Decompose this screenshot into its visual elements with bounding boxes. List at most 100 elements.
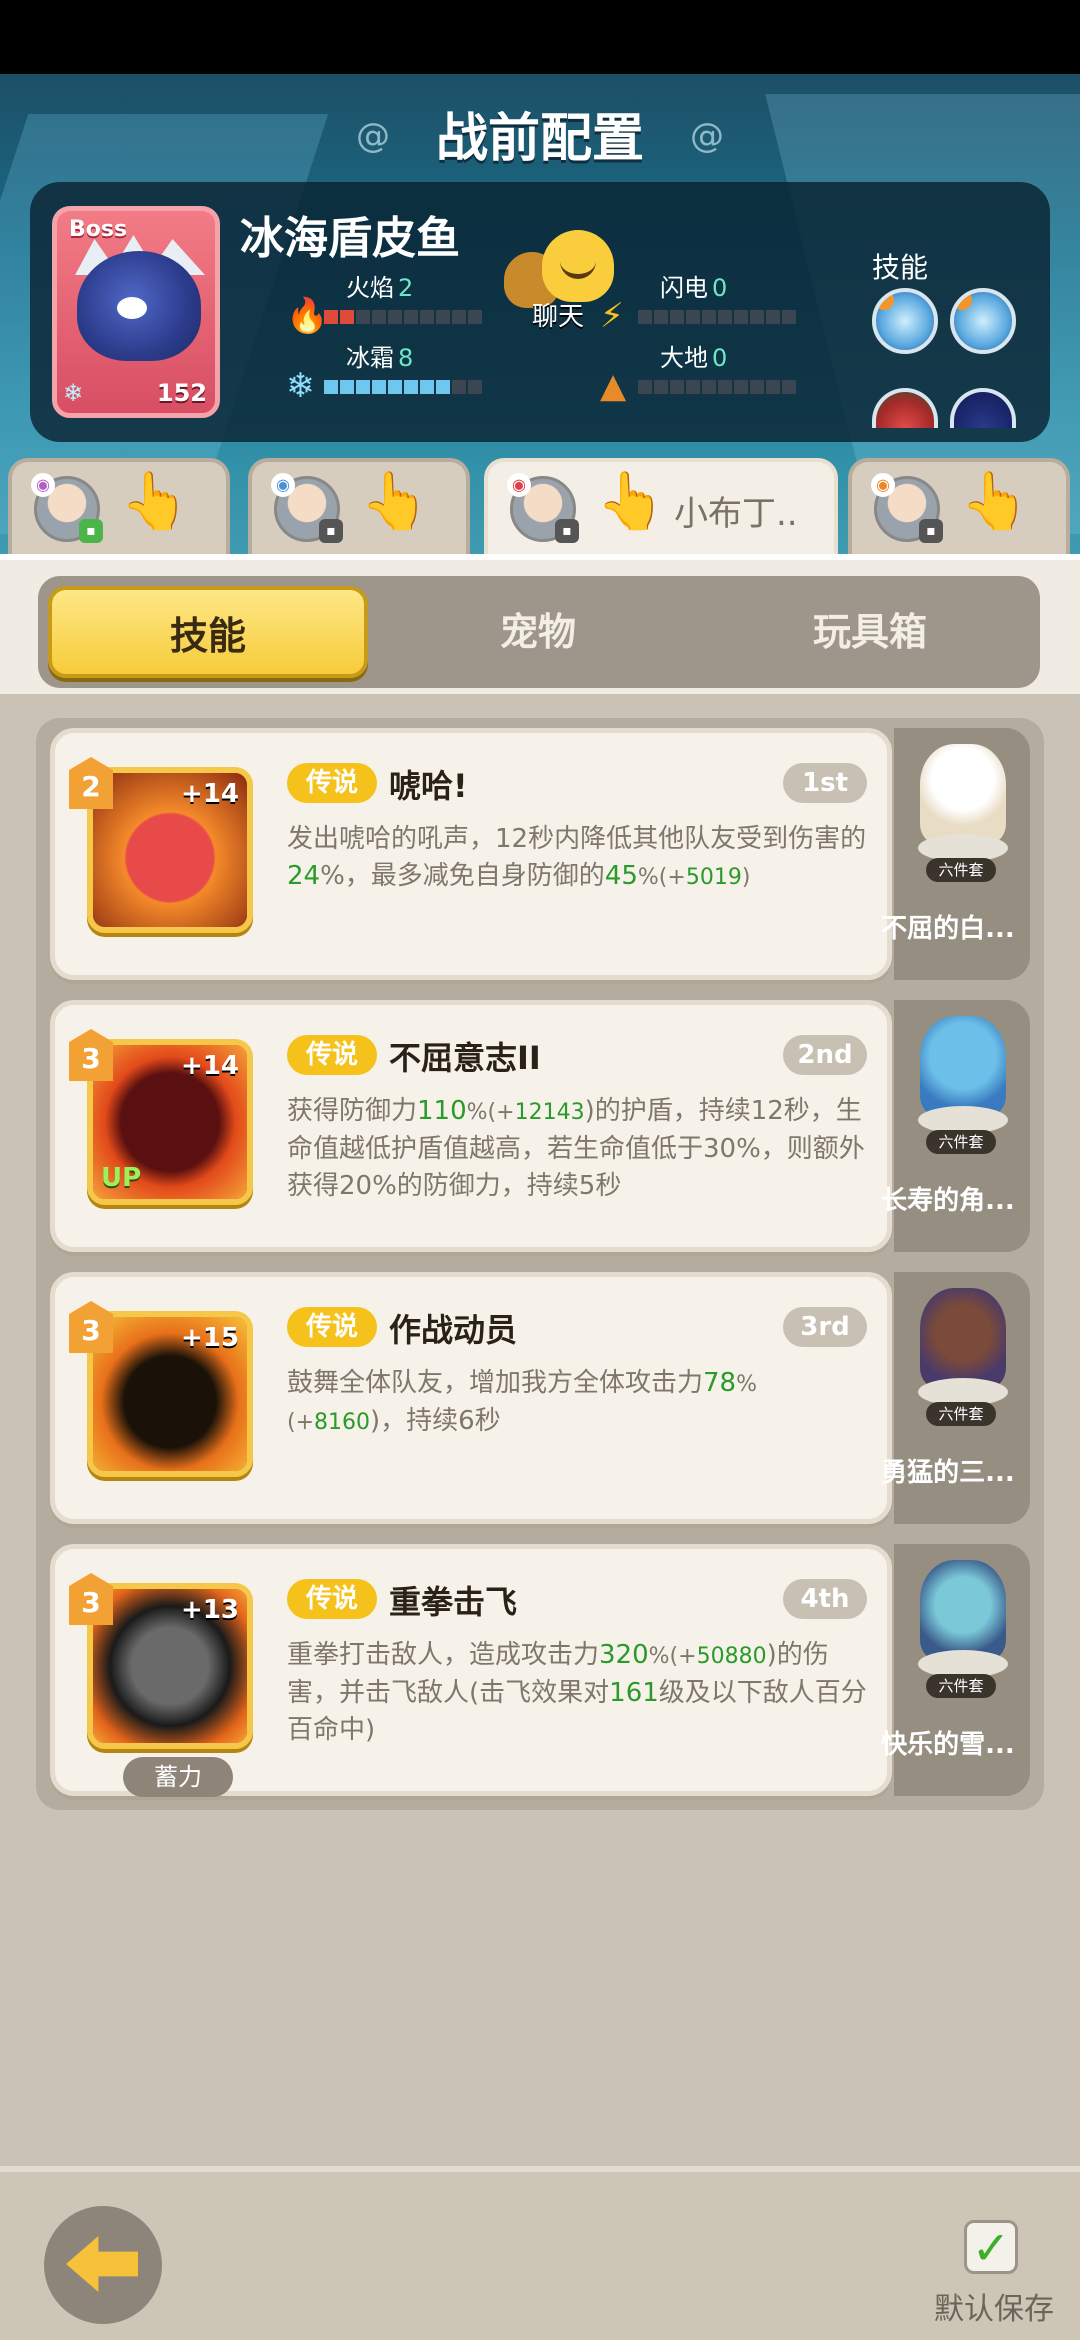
- hero-avatar: ◉ ▪: [271, 473, 343, 543]
- stat-lightning: 闪电 0 ⚡: [600, 268, 800, 338]
- element-icon: ◉: [507, 473, 531, 497]
- skill-level-badge: 2: [69, 757, 113, 809]
- pet-name: 快乐的雪...: [881, 1730, 1015, 1760]
- skill-card[interactable]: +14 2 传说 唬哈! 1st 发出唬哈的吼声，12秒内降低其他队友受到伤害的…: [50, 728, 892, 980]
- tab-bar: 技能 宠物 玩具箱: [38, 576, 1040, 688]
- skill-card[interactable]: +15 3 传说 作战动员 3rd 鼓舞全体队友，增加我方全体攻击力78%(+8…: [50, 1272, 892, 1524]
- stat-value: 0: [712, 344, 728, 372]
- stat-earth: 大地 0 ▲: [600, 338, 800, 408]
- skill-order: 4th: [783, 1579, 867, 1619]
- skill-list: +14 2 传说 唬哈! 1st 发出唬哈的吼声，12秒内降低其他队友受到伤害的…: [36, 718, 1044, 1810]
- pet-set-badge: 六件套: [926, 858, 996, 882]
- hand-gesture-icon: 👆: [360, 469, 430, 534]
- pet-slot[interactable]: 六件套 勇猛的三...: [881, 1272, 1030, 1524]
- hero-name: 小布丁..: [674, 494, 798, 534]
- stat-value: 2: [398, 274, 414, 302]
- pet-figure: [920, 744, 1006, 844]
- boss-level: 152: [156, 379, 207, 407]
- tab-pets[interactable]: 宠物: [378, 586, 698, 678]
- skill-up-badge: UP: [101, 1163, 142, 1193]
- boss-skills-label: 技能: [872, 251, 929, 284]
- boss-panel: Boss ❄ 152 冰海盾皮鱼 火焰 2 🔥 冰霜 8 ❄ 闪电 0 ⚡ 大地 0 ▲: [30, 182, 1050, 442]
- default-save-checkbox[interactable]: ✓: [964, 2220, 1018, 2274]
- boss-skill-icon[interactable]: [872, 288, 938, 354]
- tab-toybox[interactable]: 玩具箱: [710, 586, 1030, 678]
- stat-label: 冰霜: [346, 344, 394, 372]
- pet-figure: [920, 1016, 1006, 1116]
- skill-description: 发出唬哈的吼声，12秒内降低其他队友受到伤害的24%，最多减免自身防御的45%(…: [287, 824, 867, 891]
- boss-eye: [117, 297, 147, 319]
- pet-name: 不屈的白...: [881, 914, 1015, 944]
- skill-card[interactable]: +14 UP 3 传说 不屈意志II 2nd 获得防御力110%(+12143)…: [50, 1000, 892, 1252]
- pet-set-badge: 六件套: [926, 1130, 996, 1154]
- stat-bar: [324, 310, 482, 324]
- chat-face-icon: [542, 230, 614, 302]
- skill-level-badge: 3: [69, 1573, 113, 1625]
- team-slot[interactable]: ◉ ▪ 👆: [8, 458, 230, 554]
- skill-order: 1st: [783, 763, 867, 803]
- boss-skill-icon[interactable]: [872, 388, 938, 428]
- team-slot-active[interactable]: ◉ ▪ 👆 小布丁..: [484, 458, 838, 558]
- team-slot[interactable]: ◉ ▪ 👆: [248, 458, 470, 554]
- stat-fire: 火焰 2 🔥: [286, 268, 486, 338]
- mountain-icon: ▲: [600, 366, 627, 406]
- hero-avatar: ◉ ▪: [31, 473, 103, 543]
- element-icon: ◉: [871, 473, 895, 497]
- skill-name: 重拳击飞: [389, 1583, 518, 1621]
- pet-slot[interactable]: 六件套 快乐的雪...: [881, 1544, 1030, 1796]
- hand-gesture-icon: 👆: [120, 469, 190, 534]
- skill-name: 作战动员: [389, 1311, 518, 1349]
- skill-name: 唬哈!: [389, 767, 468, 805]
- skill-level-badge: 3: [69, 1029, 113, 1081]
- skill-card[interactable]: +13 3 蓄力 传说 重拳击飞 4th 重拳打击敌人，造成攻击力320%(+5…: [50, 1544, 892, 1797]
- chat-button[interactable]: 聊天: [504, 222, 624, 332]
- rarity-badge: 传说: [287, 763, 377, 803]
- stat-frost: 冰霜 8 ❄: [286, 338, 486, 408]
- skill-plus: +14: [181, 779, 239, 809]
- tabs-row: 技能 宠物 玩具箱: [0, 554, 1080, 694]
- bottom-bar: ✓ 默认保存: [0, 2166, 1080, 2340]
- hero-avatar: ◉ ▪: [871, 473, 943, 543]
- stat-value: 0: [712, 274, 728, 302]
- boss-tag: Boss: [69, 217, 128, 242]
- status-icon: ▪: [919, 519, 943, 543]
- hero-avatar: ◉ ▪: [507, 473, 579, 543]
- pet-figure: [920, 1560, 1006, 1660]
- pet-name: 长寿的角...: [881, 1186, 1015, 1216]
- boss-portrait[interactable]: Boss ❄ 152: [52, 206, 220, 418]
- skill-description: 鼓舞全体队友，增加我方全体攻击力78%(+8160)，持续6秒: [287, 1368, 758, 1436]
- team-slot[interactable]: ◉ ▪ 👆: [848, 458, 1070, 554]
- skill-order: 3rd: [783, 1307, 867, 1347]
- stat-bar: [638, 380, 796, 394]
- stat-value: 8: [398, 344, 414, 372]
- stat-label: 闪电: [660, 274, 708, 302]
- frost-fire-icon: ❄: [63, 379, 84, 407]
- skill-plus: +15: [181, 1323, 239, 1353]
- status-icon: ▪: [555, 519, 579, 543]
- skill-description: 获得防御力110%(+12143)的护盾，持续12秒，生命值越低护盾值越高，若生…: [287, 1096, 865, 1201]
- page-title: 战前配置: [435, 109, 644, 169]
- hand-gesture-icon: 👆: [596, 469, 666, 534]
- pet-slot[interactable]: 六件套 长寿的角...: [881, 1000, 1030, 1252]
- rarity-badge: 传说: [287, 1579, 377, 1619]
- boss-skill-icon[interactable]: [950, 288, 1016, 354]
- skill-plus: +13: [181, 1595, 239, 1625]
- back-arrow-icon: [66, 2236, 138, 2292]
- back-button[interactable]: [44, 2206, 162, 2324]
- chat-status-icon: ▪: [79, 519, 103, 543]
- stat-label: 大地: [660, 344, 708, 372]
- pet-slot[interactable]: 六件套 不屈的白...: [881, 728, 1030, 980]
- boss-skill-icon[interactable]: [950, 388, 1016, 428]
- status-bar: [0, 0, 1080, 74]
- tab-skills[interactable]: 技能: [48, 586, 368, 678]
- snowflake-icon: ❄: [286, 366, 315, 406]
- charge-badge: 蓄力: [123, 1757, 233, 1797]
- stat-label: 火焰: [346, 274, 394, 302]
- element-icon: ◉: [31, 473, 55, 497]
- status-icon: ▪: [319, 519, 343, 543]
- rarity-badge: 传说: [287, 1035, 377, 1075]
- stat-bar: [638, 310, 796, 324]
- pet-set-badge: 六件套: [926, 1402, 996, 1426]
- skill-plus: +14: [181, 1051, 239, 1081]
- element-icon: ◉: [271, 473, 295, 497]
